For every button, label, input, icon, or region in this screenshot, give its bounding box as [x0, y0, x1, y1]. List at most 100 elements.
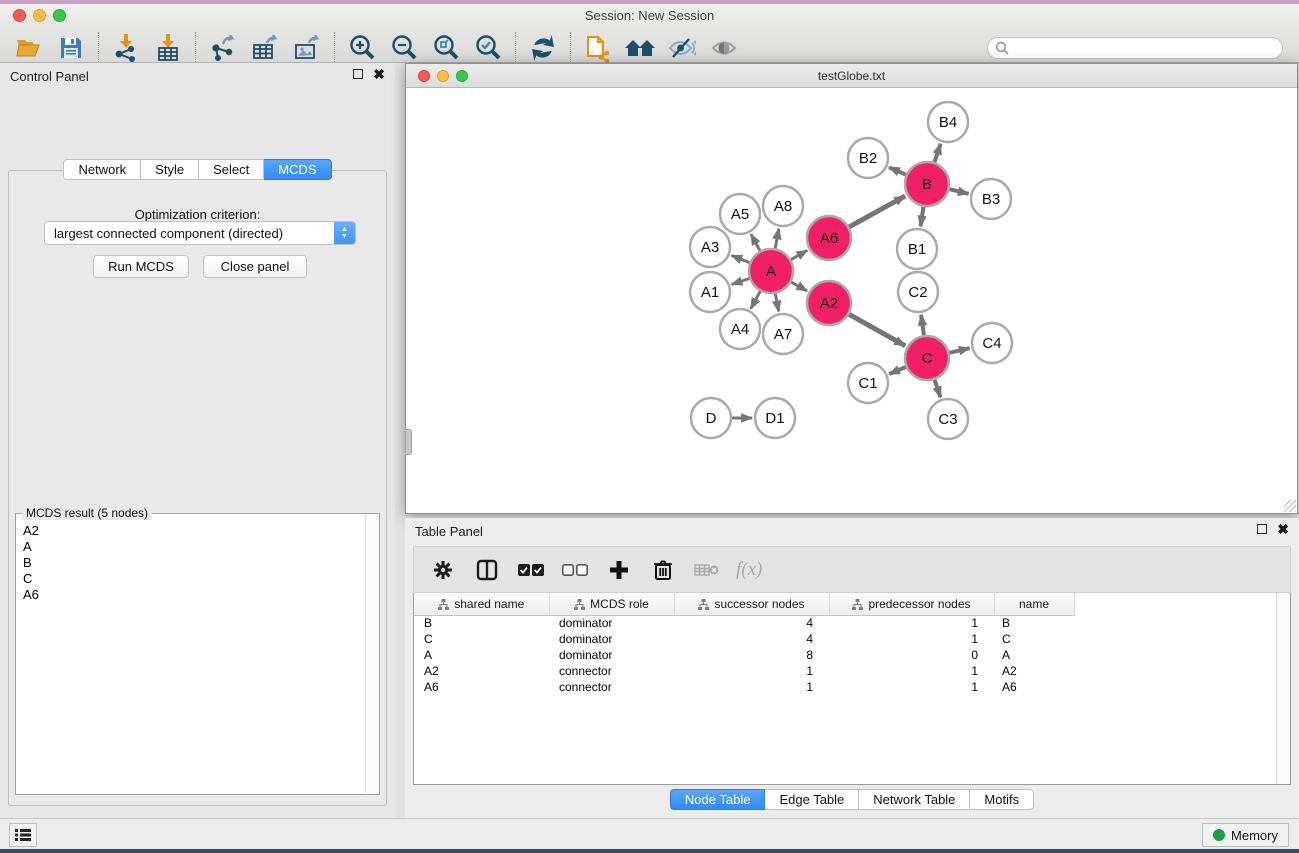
home-network-overview-icon[interactable] — [623, 33, 657, 63]
save-session-icon[interactable] — [54, 33, 88, 63]
open-session-icon[interactable] — [12, 33, 46, 63]
table-cell[interactable]: 4 — [674, 631, 829, 647]
run-mcds-button[interactable]: Run MCDS — [93, 255, 189, 278]
export-image-icon[interactable] — [290, 33, 324, 63]
column-header-name[interactable]: name — [994, 593, 1074, 615]
zoom-out-icon[interactable] — [387, 33, 421, 63]
table-cell[interactable]: 1 — [829, 631, 994, 647]
memory-button[interactable]: Memory — [1202, 823, 1289, 847]
graph-edge-A-A4[interactable] — [751, 291, 760, 308]
mcds-result-item[interactable]: B — [17, 555, 364, 571]
table-cell[interactable]: A6 — [994, 679, 1074, 695]
mcds-result-item[interactable]: C — [17, 571, 364, 587]
table-cell[interactable]: connector — [549, 679, 674, 695]
task-history-button[interactable] — [9, 823, 37, 847]
column-header-shared-name[interactable]: shared name — [414, 593, 549, 615]
panel-divider-grip[interactable] — [405, 429, 412, 455]
table-cell[interactable]: A6 — [414, 679, 549, 695]
table-cell[interactable]: 4 — [674, 615, 829, 631]
table-cell[interactable]: 1 — [829, 663, 994, 679]
search-input[interactable] — [987, 37, 1283, 59]
delete-table-icon[interactable] — [692, 555, 722, 585]
graph-edge-A-A1[interactable] — [732, 279, 750, 285]
window-resize-grip[interactable] — [1284, 500, 1296, 512]
graph-edge-B-B4[interactable] — [934, 144, 940, 162]
graph-edge-A2-C[interactable] — [849, 314, 905, 346]
table-cell[interactable]: dominator — [549, 615, 674, 631]
table-cell[interactable]: 1 — [674, 679, 829, 695]
settings-gear-icon[interactable] — [428, 555, 458, 585]
table-cell[interactable]: 1 — [829, 615, 994, 631]
table-cell[interactable]: A — [994, 647, 1074, 663]
network-window-titlebar[interactable]: testGlobe.txt — [406, 64, 1297, 88]
float-table-panel-icon[interactable] — [1257, 524, 1267, 534]
import-network-icon[interactable] — [109, 33, 143, 63]
table-cell[interactable]: A2 — [994, 663, 1074, 679]
delete-column-icon[interactable] — [648, 555, 678, 585]
close-panel-icon[interactable]: ✖ — [373, 69, 385, 79]
table-scrollbar[interactable] — [1276, 593, 1290, 784]
graph-edge-B-B1[interactable] — [921, 207, 924, 227]
function-builder-icon[interactable]: f(x) — [736, 555, 762, 585]
table-tab-edge-table[interactable]: Edge Table — [765, 789, 859, 810]
graph-edge-A-A3[interactable] — [731, 255, 749, 262]
network-graph[interactable]: B4B2BB3A8A5A6A3B1AA1C2A2A4A7C4CC1C3DD1 — [406, 89, 1297, 513]
column-layout-icon[interactable] — [472, 555, 502, 585]
add-column-icon[interactable] — [604, 555, 634, 585]
column-header-MCDS-role[interactable]: MCDS role — [549, 593, 674, 615]
table-cell[interactable]: C — [414, 631, 549, 647]
close-panel-button[interactable]: Close panel — [203, 255, 307, 278]
column-header-predecessor-nodes[interactable]: predecessor nodes — [829, 593, 994, 615]
refresh-view-icon[interactable] — [526, 33, 560, 63]
tab-mcds[interactable]: MCDS — [264, 159, 331, 180]
tab-style[interactable]: Style — [141, 159, 199, 180]
open-session-file-icon[interactable] — [581, 33, 615, 63]
graph-edge-A-A8[interactable] — [775, 229, 779, 249]
criterion-dropdown[interactable]: largest connected component (directed) ▲… — [44, 221, 356, 245]
column-header-successor-nodes[interactable]: successor nodes — [674, 593, 829, 615]
float-panel-icon[interactable] — [353, 69, 363, 79]
zoom-in-icon[interactable] — [345, 33, 379, 63]
zoom-selected-icon[interactable] — [471, 33, 505, 63]
deselect-all-columns-icon[interactable] — [560, 555, 590, 585]
table-cell[interactable]: B — [414, 615, 549, 631]
table-cell[interactable]: 0 — [829, 647, 994, 663]
select-all-columns-icon[interactable] — [516, 555, 546, 585]
table-cell[interactable]: 1 — [674, 663, 829, 679]
network-canvas[interactable]: B4B2BB3A8A5A6A3B1AA1C2A2A4A7C4CC1C3DD1 — [406, 89, 1297, 513]
table-cell[interactable]: 8 — [674, 647, 829, 663]
table-cell[interactable]: A — [414, 647, 549, 663]
graph-edge-C-C2[interactable] — [921, 315, 924, 335]
graph-edge-A-A7[interactable] — [775, 294, 778, 312]
tab-select[interactable]: Select — [199, 159, 264, 180]
mcds-result-item[interactable]: A — [17, 539, 364, 555]
table-cell[interactable]: dominator — [549, 631, 674, 647]
graph-edge-C-C3[interactable] — [935, 380, 941, 398]
table-cell[interactable]: 1 — [829, 679, 994, 695]
graph-edge-B-B3[interactable] — [949, 189, 968, 194]
mcds-result-item[interactable]: A2 — [17, 523, 364, 539]
graph-edge-C-C1[interactable] — [889, 367, 906, 374]
table-tab-motifs[interactable]: Motifs — [970, 789, 1034, 810]
table-cell[interactable]: connector — [549, 663, 674, 679]
graph-edge-C-C4[interactable] — [949, 348, 969, 353]
table-cell[interactable]: A2 — [414, 663, 549, 679]
table-tab-network-table[interactable]: Network Table — [859, 789, 970, 810]
show-graphics-details-icon[interactable] — [707, 33, 741, 63]
hide-selected-icon[interactable] — [665, 33, 699, 63]
table-cell[interactable]: B — [994, 615, 1074, 631]
graph-edge-A-A6[interactable] — [791, 250, 807, 259]
graph-edge-A-A5[interactable] — [751, 234, 760, 251]
graph-edge-B-B2[interactable] — [889, 167, 906, 174]
close-table-panel-icon[interactable]: ✖ — [1277, 524, 1289, 534]
graph-edge-A6-B[interactable] — [849, 196, 905, 227]
table-tab-node-table[interactable]: Node Table — [670, 789, 766, 810]
table-cell[interactable]: C — [994, 631, 1074, 647]
graph-edge-A-A2[interactable] — [791, 282, 807, 291]
export-network-icon[interactable] — [206, 33, 240, 63]
result-scrollbar[interactable] — [365, 515, 378, 793]
mcds-result-item[interactable]: A6 — [17, 587, 364, 603]
export-table-icon[interactable] — [248, 33, 282, 63]
table-cell[interactable]: dominator — [549, 647, 674, 663]
tab-network[interactable]: Network — [63, 159, 141, 180]
